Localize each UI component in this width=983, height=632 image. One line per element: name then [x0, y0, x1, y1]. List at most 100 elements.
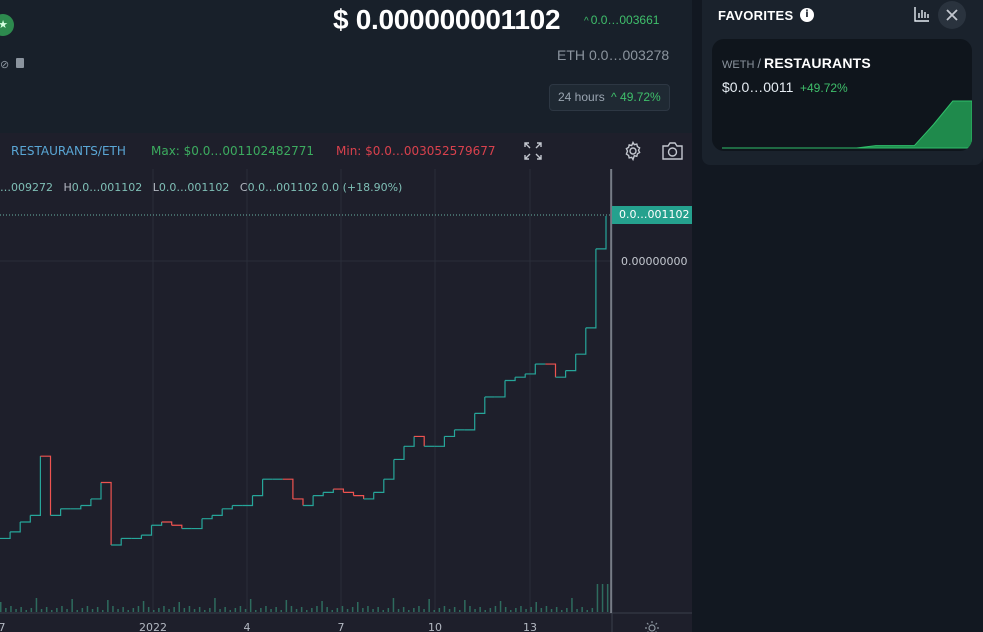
volume-bar	[443, 606, 446, 612]
ohlc-open: …009272	[0, 181, 53, 194]
volume-bar	[601, 584, 604, 612]
volume-bar	[306, 610, 308, 612]
volume-bar	[229, 610, 231, 612]
volume-bar	[408, 610, 410, 612]
volume-bar	[204, 610, 206, 612]
price-segment	[80, 498, 92, 507]
period-change-badge[interactable]: 24 hours ^ 49.72%	[549, 84, 670, 111]
volume-bar	[357, 602, 359, 612]
volume-bar	[15, 609, 17, 612]
price-segment	[373, 479, 385, 493]
volume-bar	[265, 606, 267, 612]
volume-bar	[550, 609, 553, 612]
chart-toolbar: RESTAURANTS/ETH Max: $0.0…001102482771 M…	[0, 133, 692, 169]
favorite-pair: WETH / RESTAURANTS	[722, 55, 871, 71]
volume-bar	[392, 598, 395, 612]
volume-bar	[606, 584, 609, 612]
x-tick-label: 7	[0, 621, 6, 632]
price-segment	[252, 479, 264, 497]
volume-bar	[504, 607, 507, 612]
volume-bar	[168, 609, 170, 612]
volume-bar	[234, 608, 237, 612]
volume-bar	[71, 599, 73, 612]
camera-icon[interactable]	[661, 141, 684, 161]
x-tick-label: 13	[523, 621, 537, 632]
volume-bar	[198, 607, 201, 612]
volume-bar	[163, 606, 165, 612]
price-segment	[90, 482, 102, 500]
volume-bar	[137, 606, 140, 612]
volume-bar	[571, 598, 573, 612]
volume-bar	[107, 600, 109, 612]
chart-bars-icon[interactable]	[914, 6, 930, 22]
favorite-star-icon[interactable]: ★	[0, 14, 14, 36]
caret-up-icon: ^	[611, 90, 617, 104]
info-icon[interactable]: i	[800, 8, 814, 22]
volume-bar	[0, 602, 2, 612]
volume-bar	[428, 599, 430, 612]
volume-bar	[453, 607, 456, 612]
fullscreen-icon[interactable]	[524, 142, 542, 160]
volume-bar	[474, 609, 476, 612]
volume-bar	[51, 610, 53, 612]
price-segment	[515, 373, 526, 378]
price-change: ^ 0.0…003661	[584, 13, 660, 27]
volume-bar	[459, 610, 461, 612]
volume-bar	[285, 600, 288, 612]
volume-bar	[81, 608, 84, 612]
price-segment	[70, 505, 82, 510]
volume-bar	[239, 606, 242, 612]
volume-bar	[464, 600, 466, 612]
volume-bar	[188, 606, 191, 612]
favorite-price: $0.0…0011	[722, 79, 794, 95]
price-chart-panel[interactable]: RESTAURANTS/ETH Max: $0.0…001102482771 M…	[0, 133, 692, 632]
volume-bar	[96, 607, 99, 612]
price-segment	[141, 525, 153, 536]
price-segment	[212, 508, 223, 516]
volume-bar	[448, 609, 451, 612]
caret-up-icon: ^	[584, 16, 589, 27]
period-change-value: ^ 49.72%	[611, 90, 661, 104]
price-segment	[282, 478, 294, 499]
x-tick-label: 7	[337, 621, 345, 632]
price-segment	[171, 524, 183, 529]
price-segment	[494, 380, 506, 398]
price-segment	[343, 491, 355, 496]
volume-bar	[61, 606, 63, 612]
volume-bar	[555, 607, 558, 612]
volume-bar	[112, 606, 114, 612]
price-segment	[323, 489, 334, 493]
copy-icon[interactable]	[16, 58, 25, 68]
volume-bar	[591, 608, 594, 612]
close-icon	[946, 9, 958, 21]
price-segment	[222, 505, 233, 510]
volume-bar	[76, 610, 78, 612]
volume-bar	[183, 608, 186, 612]
gear-icon[interactable]	[623, 141, 643, 161]
volume-bar	[158, 608, 160, 612]
favorite-card[interactable]: WETH / RESTAURANTS $0.0…0011 +49.72%	[712, 39, 972, 151]
favorites-panel: FAVORITES i WETH / RESTAURANTS $0.0…0011 +…	[702, 0, 983, 165]
volume-bar	[316, 606, 318, 612]
volume-bar	[540, 608, 543, 612]
close-button[interactable]	[938, 1, 966, 29]
volume-bar	[244, 609, 247, 612]
volume-bar	[413, 608, 415, 612]
chart-pair-label: RESTAURANTS/ETH	[11, 144, 126, 158]
price-chart[interactable]	[0, 133, 692, 632]
favorites-title: FAVORITES	[718, 8, 794, 23]
volume-bar	[331, 610, 333, 612]
volume-bar	[382, 610, 384, 612]
sun-icon[interactable]	[645, 621, 659, 632]
volume-bar	[586, 610, 588, 612]
price-segment	[131, 535, 142, 540]
volume-bar	[117, 609, 119, 612]
volume-bar	[249, 599, 252, 612]
volume-bar	[387, 608, 390, 612]
volume-bar	[484, 610, 486, 612]
volume-bar	[469, 606, 471, 612]
volume-bar	[219, 609, 221, 612]
volume-bar	[525, 609, 527, 612]
volume-bar	[576, 609, 578, 612]
link-icon[interactable]: ⊘	[0, 58, 9, 71]
